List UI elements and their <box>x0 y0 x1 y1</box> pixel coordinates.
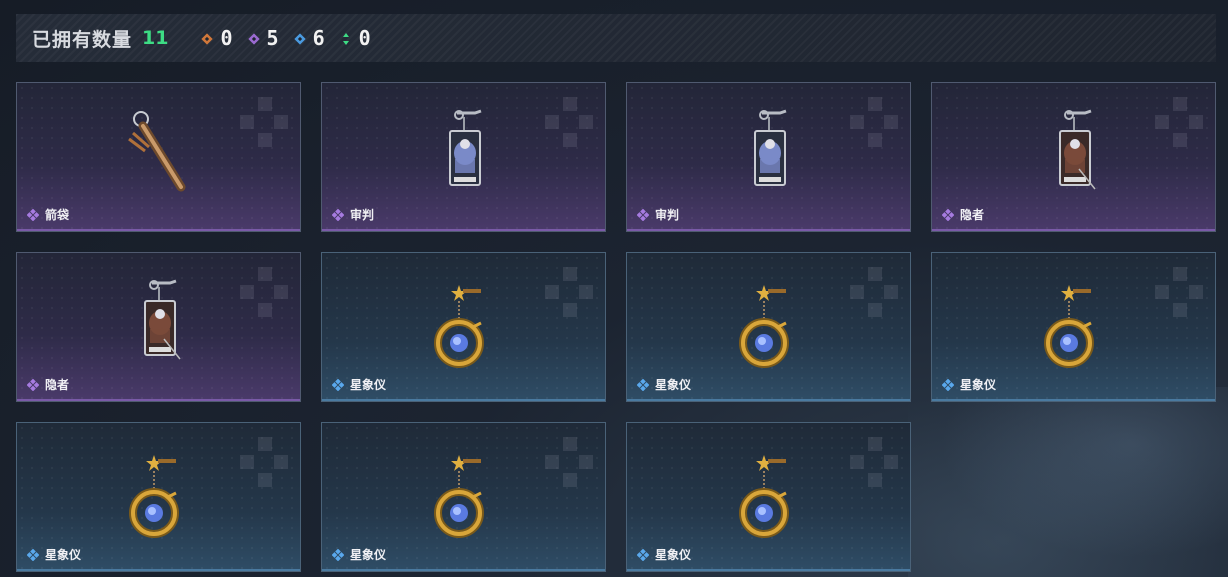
judgement-card-icon <box>429 109 499 213</box>
card-decoration <box>1155 267 1203 323</box>
rarity-stat-value: 6 <box>312 26 325 50</box>
item-card[interactable]: 星象仪 <box>626 422 911 572</box>
item-name: 隐者 <box>960 208 985 222</box>
astrolabe-charm-icon <box>1039 283 1109 377</box>
card-decoration <box>240 437 288 493</box>
orange-diamond-icon <box>200 31 214 45</box>
owned-summary-bar: 已拥有数量 11 0 5 6 0 <box>16 14 1216 62</box>
rarity-stat-value: 0 <box>358 26 371 50</box>
item-name: 隐者 <box>45 378 70 392</box>
item-card[interactable]: 星象仪 <box>321 252 606 402</box>
hermit-card-icon <box>1039 109 1109 213</box>
item-label: 星象仪 <box>331 376 387 393</box>
item-name: 星象仪 <box>45 548 82 562</box>
rarity-stat: 6 <box>293 26 325 50</box>
item-name: 星象仪 <box>350 548 387 562</box>
card-decoration <box>850 97 898 153</box>
card-decoration <box>850 437 898 493</box>
blue-rarity-icon <box>26 548 40 561</box>
item-label: 审判 <box>331 206 375 223</box>
rarity-stat-value: 0 <box>220 26 233 50</box>
owned-count-label: 已拥有数量 <box>32 28 133 51</box>
item-card[interactable]: 审判 <box>321 82 606 232</box>
blue-rarity-icon <box>636 378 650 391</box>
blue-rarity-icon <box>331 548 345 561</box>
blue-rarity-icon <box>331 378 345 391</box>
hermit-card-icon <box>124 279 194 383</box>
item-name: 星象仪 <box>960 378 997 392</box>
item-name: 审判 <box>655 208 680 222</box>
item-label: 星象仪 <box>636 546 692 563</box>
card-decoration <box>545 437 593 493</box>
item-name: 星象仪 <box>655 548 692 562</box>
item-card[interactable]: 星象仪 <box>321 422 606 572</box>
purple-rarity-icon <box>26 378 40 391</box>
green-arrows-icon <box>339 31 353 45</box>
card-decoration <box>1155 97 1203 153</box>
card-decoration <box>545 267 593 323</box>
owned-count-value: 11 <box>142 27 169 49</box>
astrolabe-charm-icon <box>429 283 499 377</box>
item-card[interactable]: 星象仪 <box>16 422 301 572</box>
rarity-stats: 0 5 6 0 <box>186 26 371 50</box>
item-name: 审判 <box>350 208 375 222</box>
purple-diamond-icon <box>247 31 261 45</box>
purple-rarity-icon <box>636 208 650 221</box>
item-card[interactable]: 隐者 <box>931 82 1216 232</box>
item-card[interactable]: 箭袋 <box>16 82 301 232</box>
item-card[interactable]: 审判 <box>626 82 911 232</box>
card-decoration <box>850 267 898 323</box>
item-name: 箭袋 <box>45 208 70 222</box>
item-card[interactable]: 隐者 <box>16 252 301 402</box>
item-label: 星象仪 <box>26 546 82 563</box>
blue-rarity-icon <box>941 378 955 391</box>
card-decoration <box>240 267 288 323</box>
rarity-stat-value: 5 <box>266 26 279 50</box>
card-decoration <box>545 97 593 153</box>
purple-rarity-icon <box>331 208 345 221</box>
rarity-stat: 5 <box>247 26 279 50</box>
rarity-stat: 0 <box>200 26 233 50</box>
item-label: 星象仪 <box>331 546 387 563</box>
item-label: 箭袋 <box>26 206 70 223</box>
blue-diamond-icon <box>293 31 307 45</box>
astrolabe-charm-icon <box>124 453 194 547</box>
astrolabe-charm-icon <box>429 453 499 547</box>
item-name: 星象仪 <box>655 378 692 392</box>
item-card[interactable]: 星象仪 <box>931 252 1216 402</box>
item-label: 审判 <box>636 206 680 223</box>
item-label: 隐者 <box>941 206 985 223</box>
item-card[interactable]: 星象仪 <box>626 252 911 402</box>
item-label: 星象仪 <box>941 376 997 393</box>
purple-rarity-icon <box>941 208 955 221</box>
blue-rarity-icon <box>636 548 650 561</box>
item-grid: 箭袋 审判 审判 隐者 隐者 星象仪 星象仪 星象仪 星象仪 星象仪 星象仪 <box>16 82 1216 572</box>
card-decoration <box>240 97 288 153</box>
item-name: 星象仪 <box>350 378 387 392</box>
item-label: 星象仪 <box>636 376 692 393</box>
item-label: 隐者 <box>26 376 70 393</box>
purple-rarity-icon <box>26 208 40 221</box>
astrolabe-charm-icon <box>734 283 804 377</box>
judgement-card-icon <box>734 109 804 213</box>
quiver-charm-icon <box>119 107 199 201</box>
rarity-stat: 0 <box>339 26 371 50</box>
astrolabe-charm-icon <box>734 453 804 547</box>
